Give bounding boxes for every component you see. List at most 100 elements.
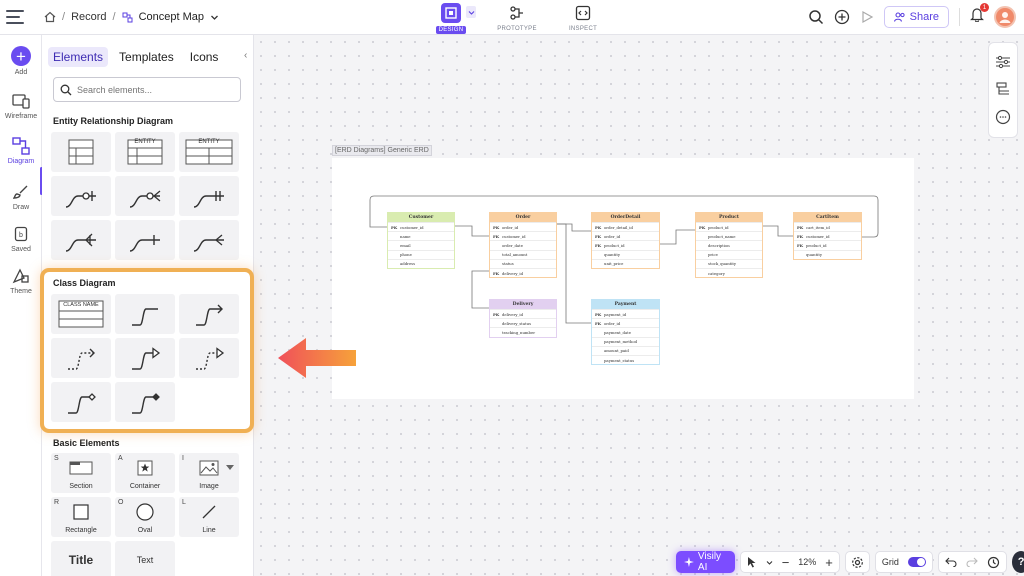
notifications-button[interactable]: 1	[970, 3, 989, 27]
shortcut-key: I	[182, 455, 184, 462]
search-input[interactable]	[77, 84, 227, 95]
erd-table-row: category	[696, 267, 762, 277]
shortcut-key: O	[118, 499, 124, 506]
sliders-icon[interactable]	[995, 55, 1011, 69]
erd-key: PK	[493, 311, 500, 317]
wireframe-icon	[12, 94, 30, 109]
erd-frame[interactable]: Customer PK customer_id name email phone addre…	[332, 158, 914, 399]
mode-prototype[interactable]: PROTOTYPE	[494, 4, 540, 33]
rail-label: Theme	[10, 288, 32, 295]
er-entity-tile[interactable]: ENTITY	[179, 132, 239, 172]
cursor-icon[interactable]	[747, 556, 757, 568]
mode-inspect[interactable]: INSPECT	[560, 4, 606, 33]
rail-add[interactable]: + Add	[0, 46, 42, 76]
collapse-panel-icon[interactable]: ‹	[244, 50, 247, 61]
zoom-out-button[interactable]: −	[782, 555, 790, 570]
erd-table[interactable]: Order PK order_id FK customer_id order_date to…	[489, 212, 557, 279]
er-connector-tile[interactable]	[179, 220, 239, 260]
menu-icon[interactable]	[6, 7, 28, 27]
tab-elements[interactable]: Elements	[48, 47, 109, 67]
er-entity-tile[interactable]	[51, 132, 111, 172]
er-connector-tile[interactable]	[51, 176, 111, 216]
erd-table[interactable]: Delivery PK delivery_id delivery_status trac…	[489, 299, 557, 338]
add-circle-icon[interactable]	[834, 9, 850, 25]
erd-table-row: name	[388, 231, 454, 240]
zoom-level[interactable]: 12%	[798, 557, 816, 567]
er-entity-tile[interactable]: ENTITY	[115, 132, 175, 172]
erd-table[interactable]: CartItem PK cart_item_id FK customer_id FK pro…	[793, 212, 862, 260]
tab-templates[interactable]: Templates	[114, 47, 179, 67]
basic-oval-tile[interactable]: O Oval	[115, 497, 175, 537]
tile-caption: Oval	[137, 527, 153, 534]
redo-icon[interactable]	[966, 557, 978, 567]
help-button[interactable]: ?	[1011, 551, 1024, 573]
erd-field: total_amount	[502, 252, 528, 258]
er-connector-tile[interactable]	[115, 176, 175, 216]
basic-container-tile[interactable]: A Container	[115, 453, 175, 493]
erd-table-row: PK payment_id	[592, 309, 659, 318]
erd-field: amount_paid	[604, 348, 629, 354]
er-connector-tile[interactable]	[115, 220, 175, 260]
tab-icons[interactable]: Icons	[185, 47, 224, 67]
search-field[interactable]	[53, 77, 241, 102]
breadcrumb-root[interactable]: Record	[71, 11, 106, 23]
rail-saved[interactable]: b Saved	[0, 225, 42, 253]
caret-down-icon[interactable]	[226, 465, 234, 471]
basic-line-tile[interactable]: L Line	[179, 497, 239, 537]
settings-button[interactable]	[844, 551, 870, 573]
basic-section-tile[interactable]: S Section	[51, 453, 111, 493]
arrow-left-icon	[278, 338, 356, 378]
text-sample: Text	[136, 555, 154, 565]
breadcrumb-separator: /	[62, 11, 66, 23]
erd-field: description	[708, 242, 730, 248]
visily-ai-button[interactable]: Visily AI	[676, 551, 735, 573]
shortcut-key: R	[54, 499, 60, 506]
connector-crowfoot-icon	[193, 234, 224, 252]
comment-icon[interactable]	[995, 109, 1011, 125]
basic-image-tile[interactable]: I Image	[179, 453, 239, 493]
rail-label: Diagram	[7, 158, 35, 165]
design-dropdown[interactable]	[466, 6, 476, 18]
erd-table-row: payment_status	[592, 354, 659, 364]
rail-diagram[interactable]: Diagram	[0, 137, 42, 165]
chevron-down-icon[interactable]	[766, 559, 773, 566]
erd-table-row: FK product_id	[794, 240, 861, 249]
frame-label[interactable]: [ERD Diagrams] Generic ERD	[332, 145, 432, 156]
rail-wireframe[interactable]: Wireframe	[0, 92, 42, 120]
erd-key: PK	[797, 224, 804, 230]
erd-field: payment_id	[604, 311, 627, 317]
basic-title-tile[interactable]: Title	[51, 541, 111, 576]
play-icon[interactable]	[860, 10, 874, 24]
rail-draw[interactable]: Draw	[0, 183, 42, 211]
basic-text-tile[interactable]: Text	[115, 541, 175, 576]
erd-table-row: delivery_status	[490, 318, 556, 327]
search-icon[interactable]	[808, 9, 824, 25]
erd-table[interactable]: Payment PK payment_id FK order_id payment_dat…	[591, 299, 660, 366]
erd-field: tracking_number	[502, 329, 536, 335]
avatar[interactable]	[994, 6, 1016, 28]
grid-toggle[interactable]	[907, 557, 926, 567]
basic-rectangle-tile[interactable]: R Rectangle	[51, 497, 111, 537]
erd-table[interactable]: Product PK product_id product_name descripti…	[695, 212, 763, 279]
home-icon[interactable]	[44, 11, 56, 23]
erd-table-row: payment_method	[592, 336, 659, 346]
history-icon[interactable]	[987, 556, 1000, 569]
project-name[interactable]: Concept Map	[139, 11, 204, 23]
brush-icon	[13, 185, 28, 199]
erd-field: address	[400, 261, 416, 267]
entity-label: ENTITY	[198, 139, 220, 145]
divider	[959, 8, 960, 26]
er-connector-tile[interactable]	[51, 220, 111, 260]
zoom-in-button[interactable]: +	[825, 555, 833, 570]
er-connector-tile[interactable]	[179, 176, 239, 216]
layers-icon[interactable]	[995, 81, 1011, 97]
erd-table-title: Delivery	[490, 300, 556, 309]
rail-theme[interactable]: Theme	[0, 267, 42, 295]
erd-table[interactable]: Customer PK customer_id name email phone addre…	[387, 212, 455, 269]
erd-table[interactable]: OrderDetail PK order_detail_id FK order_id FK…	[591, 212, 660, 269]
undo-icon[interactable]	[945, 557, 957, 567]
chevron-down-icon	[468, 10, 474, 15]
erd-field: order_detail_id	[604, 224, 633, 230]
chevron-down-icon[interactable]	[210, 13, 219, 22]
share-button[interactable]: Share	[883, 6, 949, 28]
